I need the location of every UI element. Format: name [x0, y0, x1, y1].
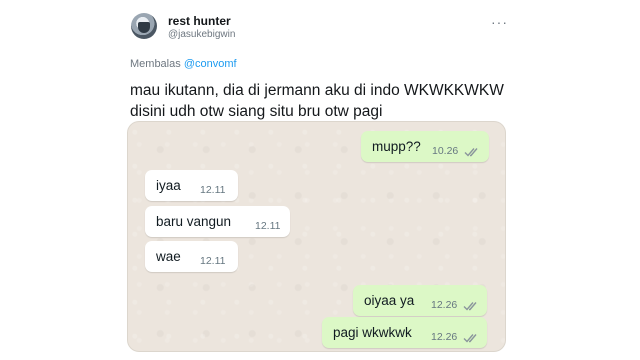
- double-check-icon: [464, 147, 482, 157]
- double-check-icon: [463, 333, 481, 343]
- avatar[interactable]: [131, 13, 157, 39]
- tweet-text-line: mau ikutann, dia di jermann aku di indo …: [130, 82, 504, 99]
- chat-bubble-outgoing: pagi wkwkwk 12.26: [322, 317, 487, 348]
- tweet-text: mau ikutann, dia di jermann aku di indo …: [130, 80, 530, 122]
- message-time: 12.26: [431, 299, 458, 311]
- chat-screenshot-image[interactable]: mupp?? 10.26 iyaa 12.11 baru vangun 12.1…: [127, 121, 506, 352]
- tweet-text-line: disini udh otw siang situ bru otw pagi: [130, 103, 383, 120]
- display-name[interactable]: rest hunter: [168, 14, 231, 28]
- message-text: oiyaa ya: [364, 293, 415, 308]
- message-text: mupp??: [372, 139, 421, 154]
- tweet: rest hunter @jasukebigwin ··· Membalas @…: [0, 0, 640, 360]
- message-time: 10.26: [432, 145, 459, 157]
- chat-bubble-incoming: iyaa 12.11: [145, 170, 238, 201]
- message-time: 12.11: [200, 184, 226, 196]
- message-text: baru vangun: [156, 214, 232, 229]
- message-text: pagi wkwkwk: [333, 325, 412, 340]
- chat-bubble-outgoing: oiyaa ya 12.26: [353, 285, 487, 316]
- message-text: wae: [156, 249, 181, 264]
- chat-bubble-incoming: wae 12.11: [145, 241, 238, 272]
- message-time: 12.11: [200, 255, 226, 267]
- reply-prefix: Membalas: [130, 58, 181, 70]
- double-check-icon: [463, 301, 481, 311]
- user-handle[interactable]: @jasukebigwin: [168, 29, 235, 40]
- ellipsis-icon[interactable]: ···: [491, 14, 508, 30]
- chat-bubble-incoming: baru vangun 12.11: [145, 206, 290, 237]
- message-time: 12.26: [431, 331, 458, 343]
- message-text: iyaa: [156, 178, 181, 193]
- reply-mention-link[interactable]: @convomf: [184, 58, 237, 70]
- chat-bubble-outgoing: mupp?? 10.26: [361, 131, 489, 162]
- reply-context: Membalas @convomf: [130, 58, 237, 70]
- message-time: 12.11: [255, 220, 281, 232]
